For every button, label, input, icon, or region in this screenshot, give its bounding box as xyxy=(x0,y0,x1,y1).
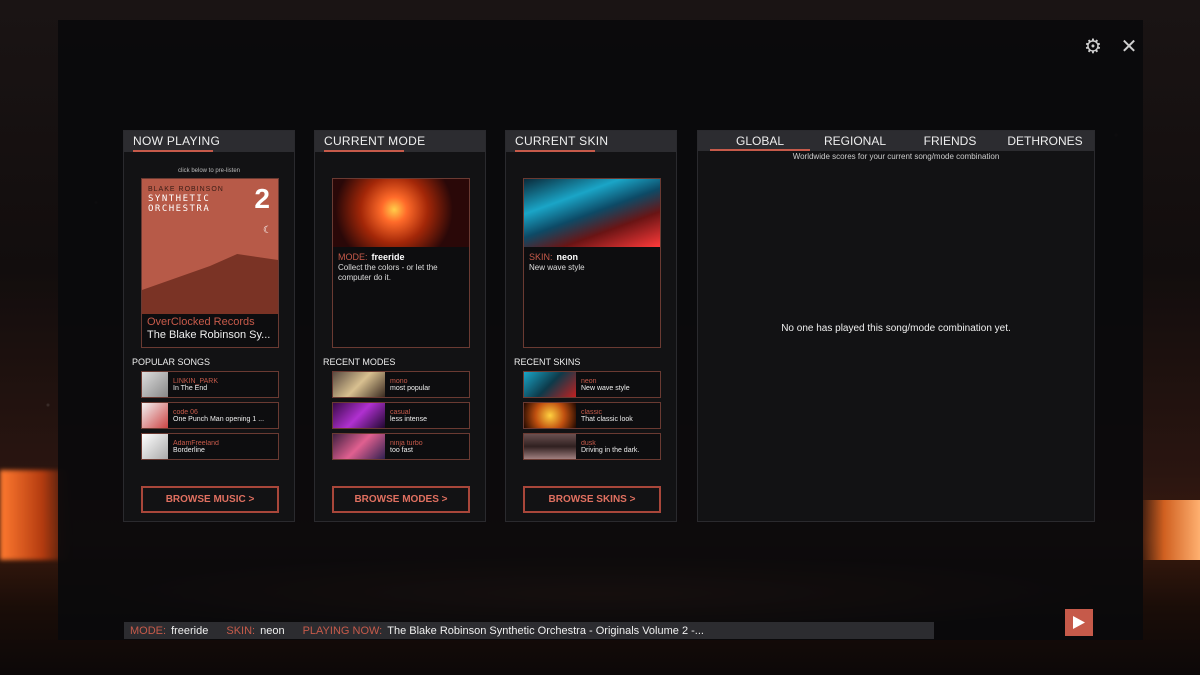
list-item[interactable]: classic That classic look xyxy=(523,402,661,429)
song-thumb xyxy=(142,372,168,397)
song-title: In The End xyxy=(173,384,208,392)
mode-key: MODE: xyxy=(338,252,368,262)
album-art[interactable]: BLAKE ROBINSON SYNTHETIC ORCHESTRA 2 ☾ xyxy=(142,179,278,314)
album-artist-text: BLAKE ROBINSON xyxy=(148,186,224,193)
list-item[interactable]: AdamFreeland Borderline xyxy=(141,433,279,460)
mode-thumb xyxy=(333,403,385,428)
status-playing-key: PLAYING NOW: xyxy=(302,624,383,637)
recent-skins-label: RECENT SKINS xyxy=(514,357,581,367)
mode-desc: too fast xyxy=(390,446,413,454)
tab-global[interactable]: GLOBAL xyxy=(710,131,810,151)
skin-description: New wave style xyxy=(529,263,585,272)
scores-description: Worldwide scores for your current song/m… xyxy=(792,152,1000,161)
song-artist: The Blake Robinson Sy... xyxy=(147,329,271,341)
skin-desc: New wave style xyxy=(581,384,630,392)
current-mode-card[interactable]: MODE: freeride Collect the colors - or le… xyxy=(332,178,470,348)
list-item[interactable]: neon New wave style xyxy=(523,371,661,398)
tab-dethrones[interactable]: DETHRONES xyxy=(1000,131,1090,151)
now-playing-card[interactable]: BLAKE ROBINSON SYNTHETIC ORCHESTRA 2 ☾ O… xyxy=(141,178,279,348)
list-item[interactable]: casual less intense xyxy=(332,402,470,429)
browse-music-button[interactable]: BROWSE MUSIC > xyxy=(141,486,279,513)
background-glow-right xyxy=(1140,500,1200,560)
tab-regional[interactable]: REGIONAL xyxy=(810,131,900,151)
status-playing-value: The Blake Robinson Synthetic Orchestra -… xyxy=(387,624,704,637)
current-mode-panel: CURRENT MODE MODE: freeride Collect the c… xyxy=(314,130,486,522)
skin-desc: Driving in the dark. xyxy=(581,446,640,454)
scores-empty-message: No one has played this song/mode combina… xyxy=(781,323,1011,334)
current-skin-card[interactable]: SKIN: neon New wave style xyxy=(523,178,661,348)
mode-name: mono xyxy=(390,377,408,385)
list-item[interactable]: LINKIN_PARK In The End xyxy=(141,371,279,398)
recent-modes-label: RECENT MODES xyxy=(323,357,396,367)
close-icon[interactable]: ✕ xyxy=(1118,36,1140,58)
status-skin-key: SKIN: xyxy=(226,624,256,637)
album-hill-graphic xyxy=(142,254,278,314)
window-controls: ⚙ ✕ xyxy=(1082,36,1140,58)
status-mode-value: freeride xyxy=(171,624,209,637)
recent-modes-list: mono most popular casual less intense ninj… xyxy=(332,371,470,464)
list-item[interactable]: mono most popular xyxy=(332,371,470,398)
tab-friends[interactable]: FRIENDS xyxy=(900,131,1000,151)
mode-desc: most popular xyxy=(390,384,431,392)
mode-desc: less intense xyxy=(390,415,427,423)
mode-name: casual xyxy=(390,408,411,416)
album-volume-number: 2 xyxy=(254,183,270,214)
panel-header: CURRENT MODE xyxy=(315,131,485,152)
album-title-text: SYNTHETIC ORCHESTRA xyxy=(148,194,211,214)
mode-value: freeride xyxy=(371,252,405,262)
song-artist: LINKIN_PARK xyxy=(173,377,218,385)
panel-header: CURRENT SKIN xyxy=(506,131,676,152)
play-icon xyxy=(1073,616,1085,629)
scores-tabs: GLOBAL REGIONAL FRIENDS DETHRONES xyxy=(698,131,1094,151)
status-skin-value: neon xyxy=(260,624,285,637)
status-bar: MODE: freeride SKIN: neon PLAYING NOW: T… xyxy=(124,622,934,639)
record-label: OverClocked Records xyxy=(147,316,255,328)
mode-name: ninja turbo xyxy=(390,439,423,447)
panel-header: NOW PLAYING xyxy=(124,131,294,152)
moon-icon: ☾ xyxy=(263,225,272,236)
skin-thumb xyxy=(524,434,576,459)
list-item[interactable]: ninja turbo too fast xyxy=(332,433,470,460)
scores-panel: GLOBAL REGIONAL FRIENDS DETHRONES Worldw… xyxy=(697,130,1095,522)
current-skin-panel: CURRENT SKIN SKIN: neon New wave style RE… xyxy=(505,130,677,522)
mode-preview-image xyxy=(333,179,469,247)
list-item[interactable]: dusk Driving in the dark. xyxy=(523,433,661,460)
skin-name: classic xyxy=(581,408,603,416)
now-playing-panel: NOW PLAYING click below to pre-listen BL… xyxy=(123,130,295,522)
play-button[interactable] xyxy=(1065,609,1093,636)
popular-songs-label: POPULAR SONGS xyxy=(132,357,211,367)
status-mode-key: MODE: xyxy=(130,624,167,637)
skin-value: neon xyxy=(556,252,579,262)
pre-listen-hint: click below to pre-listen xyxy=(177,168,241,174)
mode-thumb xyxy=(333,372,385,397)
skin-key: SKIN: xyxy=(529,252,553,262)
song-title: Borderline xyxy=(173,446,205,454)
recent-skins-list: neon New wave style classic That classic l… xyxy=(523,371,661,464)
song-artist: AdamFreeland xyxy=(173,439,219,447)
song-title: One Punch Man opening 1 ... xyxy=(173,415,265,423)
skin-preview-image xyxy=(524,179,660,247)
browse-skins-button[interactable]: BROWSE SKINS > xyxy=(523,486,661,513)
skin-thumb xyxy=(524,403,576,428)
skin-name: neon xyxy=(581,377,597,385)
browse-modes-button[interactable]: BROWSE MODES > xyxy=(332,486,470,513)
skin-name: dusk xyxy=(581,439,596,447)
song-artist: code 06 xyxy=(173,408,198,416)
list-item[interactable]: code 06 One Punch Man opening 1 ... xyxy=(141,402,279,429)
song-thumb xyxy=(142,403,168,428)
mode-description: Collect the colors - or let the computer… xyxy=(338,263,438,282)
skin-thumb xyxy=(524,372,576,397)
popular-songs-list: LINKIN_PARK In The End code 06 One Punch M… xyxy=(141,371,279,464)
mode-thumb xyxy=(333,434,385,459)
skin-desc: That classic look xyxy=(581,415,633,423)
song-thumb xyxy=(142,434,168,459)
gear-icon[interactable]: ⚙ xyxy=(1082,36,1104,58)
